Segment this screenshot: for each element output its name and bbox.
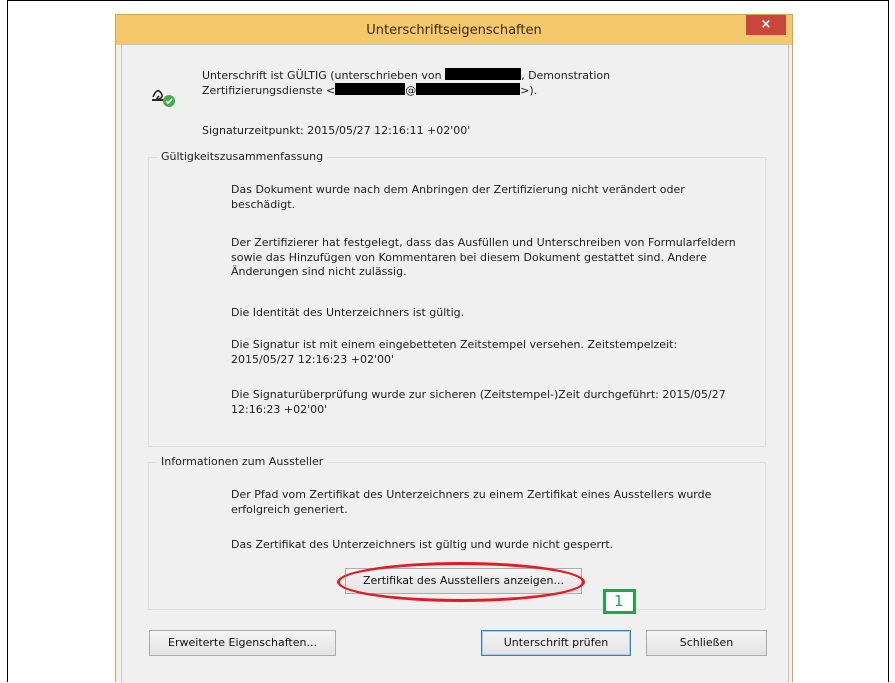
- signature-status: Unterschrift ist GÜLTIG (unterschrieben …: [202, 68, 682, 98]
- issuer-paragraph: Der Pfad vom Zertifikat des Unterzeichne…: [231, 488, 712, 516]
- issuer-info-label: Informationen zum Aussteller: [157, 455, 328, 468]
- status-line2-suffix: >).: [520, 84, 538, 97]
- status-line2-prefix: Zertifizierungsdienste <: [202, 84, 336, 97]
- status-line1-suffix: , Demonstration: [521, 69, 611, 82]
- issuer-paragraph: Das Zertifikat des Unterzeichners ist gü…: [231, 538, 614, 551]
- validity-paragraph: Die Identität des Unterzeichners ist gül…: [231, 306, 465, 319]
- window-title: Unterschriftseigenschaften: [366, 23, 542, 38]
- verify-signature-button[interactable]: Unterschrift prüfen: [481, 630, 631, 656]
- step-marker: 1: [603, 589, 636, 614]
- validity-paragraph: Die Signaturüberprüfung wurde zur sicher…: [231, 388, 726, 416]
- close-button[interactable]: Schließen: [646, 630, 767, 656]
- validity-summary-label: Gültigkeitszusammenfassung: [157, 150, 328, 163]
- signature-valid-icon: [150, 83, 178, 109]
- redacted-name: [445, 68, 522, 80]
- validity-paragraph: Der Zertifizierer hat festgelegt, dass d…: [231, 236, 736, 278]
- advanced-properties-button[interactable]: Erweiterte Eigenschaften...: [149, 630, 336, 656]
- redacted-email-domain: [416, 83, 521, 95]
- status-line1-prefix: Unterschrift ist GÜLTIG (unterschrieben …: [202, 69, 442, 82]
- validity-paragraph: Das Dokument wurde nach dem Anbringen de…: [231, 183, 685, 211]
- title-bar[interactable]: Unterschriftseigenschaften ×: [116, 15, 792, 45]
- close-window-button[interactable]: ×: [746, 15, 786, 35]
- validity-paragraph: Die Signatur ist mit einem eingebetteten…: [231, 338, 678, 366]
- highlight-ellipse: [337, 562, 585, 602]
- redacted-email-user: [335, 83, 406, 95]
- status-line2-at: @: [405, 84, 417, 97]
- signing-time: Signaturzeitpunkt: 2015/05/27 12:16:11 +…: [202, 124, 471, 137]
